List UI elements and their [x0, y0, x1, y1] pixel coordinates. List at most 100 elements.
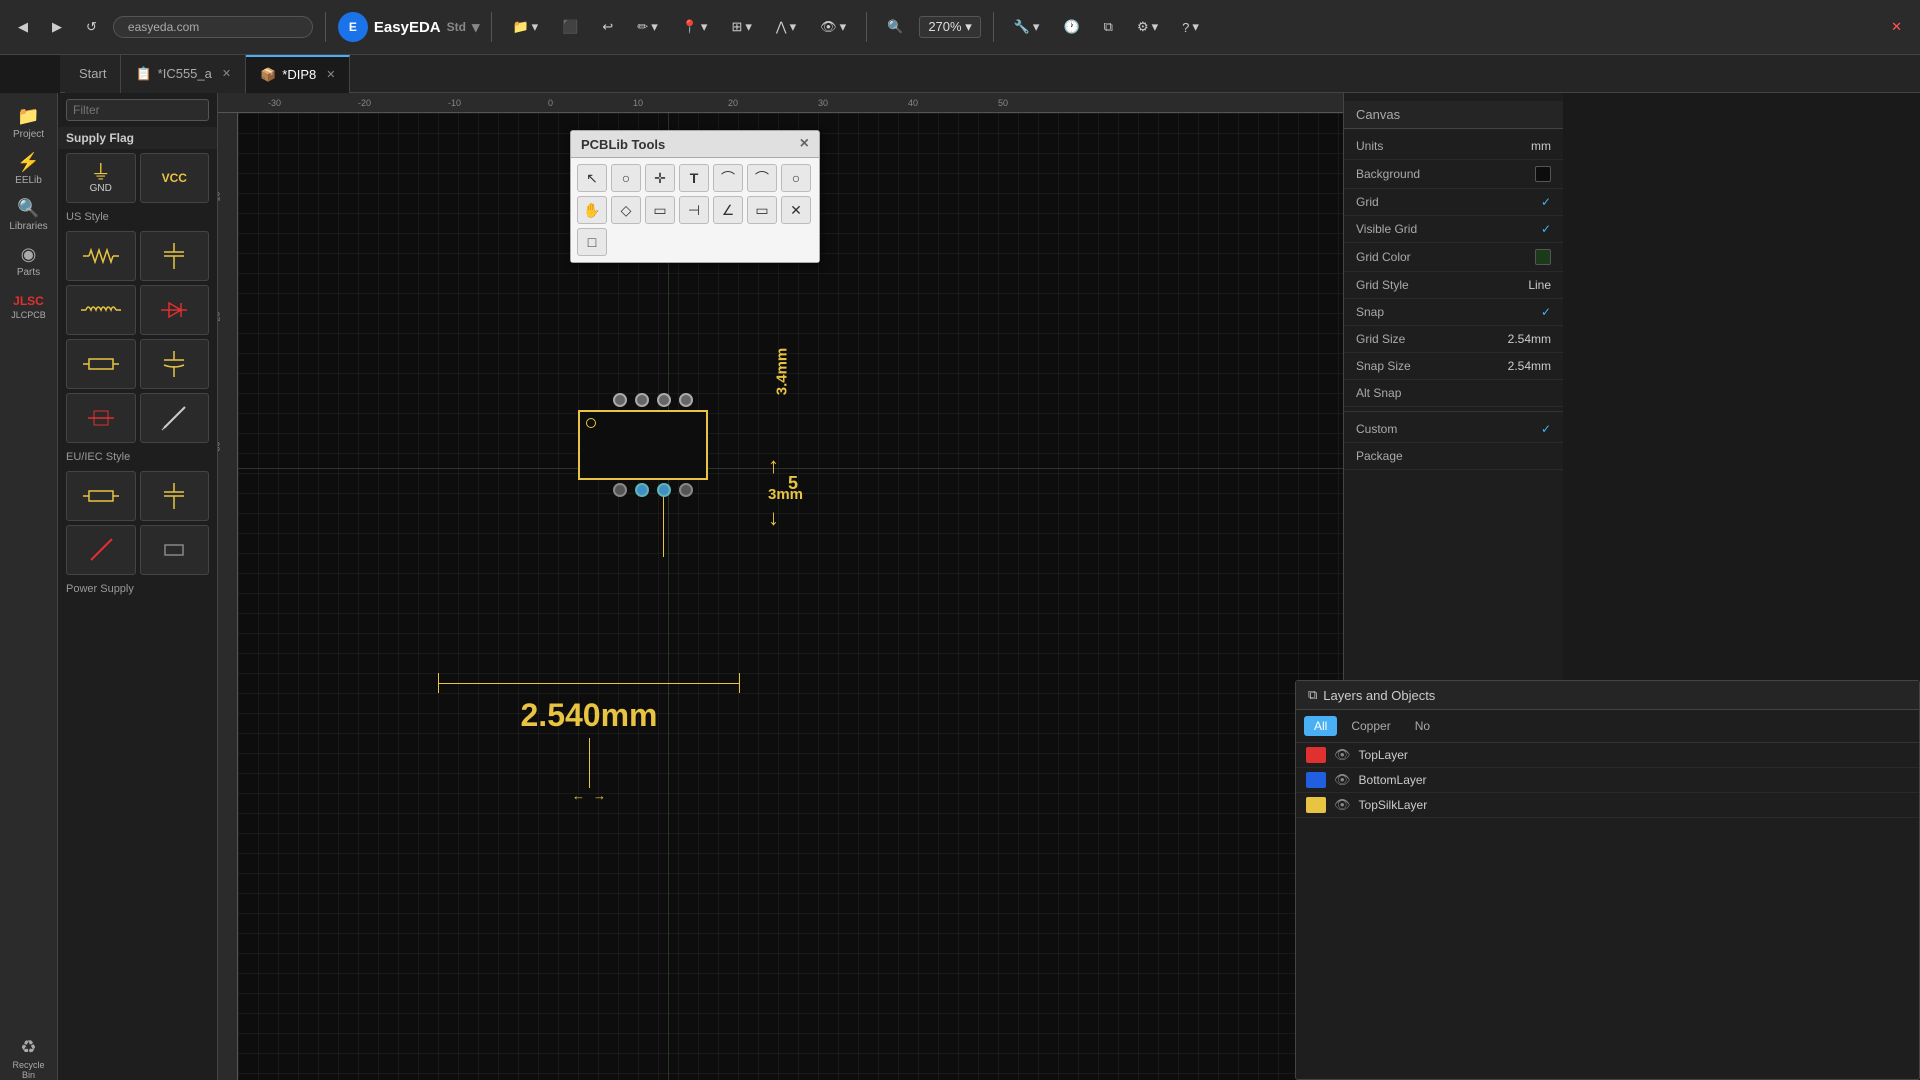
undo-button[interactable]: ↩	[594, 15, 621, 39]
separator4	[993, 12, 994, 42]
topsilk-visibility-icon[interactable]: 👁	[1334, 797, 1351, 813]
capacitor-symbol[interactable]	[140, 231, 210, 281]
vcc-symbol[interactable]: VCC	[140, 153, 210, 203]
help-dropdown-icon: ▾	[1192, 19, 1199, 35]
pcbtools-close-button[interactable]: ×	[800, 136, 809, 152]
eelib-label: EELib	[15, 175, 42, 186]
save-button[interactable]: ⬛	[554, 15, 586, 39]
battery-symbol[interactable]	[66, 393, 136, 443]
units-value[interactable]: mm	[1531, 139, 1551, 153]
tools-button[interactable]: 🔧▾	[1006, 15, 1048, 39]
bottomlayer-color-swatch[interactable]	[1306, 772, 1326, 788]
pencil-button[interactable]: ✏▾	[629, 15, 665, 39]
resistor-us-symbol[interactable]	[66, 231, 136, 281]
background-color-swatch[interactable]	[1535, 166, 1551, 182]
euiec-ind-symbol[interactable]	[66, 525, 136, 575]
grid-style-value[interactable]: Line	[1528, 278, 1551, 292]
help-button[interactable]: ?▾	[1174, 15, 1207, 39]
tab-dip8[interactable]: 📦 *DIP8 ✕	[246, 55, 350, 93]
settings-dropdown-icon: ▾	[1152, 19, 1159, 35]
eye-icon: 👁	[820, 19, 837, 35]
snap-checkbox[interactable]: ✓	[1541, 305, 1551, 319]
custom-checkbox[interactable]: ✓	[1541, 422, 1551, 436]
pcbtool-text-button[interactable]: T	[679, 164, 709, 192]
grid-checkbox[interactable]: ✓	[1541, 195, 1551, 209]
pcbtool-image-button[interactable]: ▭	[645, 196, 675, 224]
filter-input[interactable]	[66, 99, 209, 121]
sidebar-item-parts[interactable]: ◉ Parts	[7, 239, 51, 283]
pcbtool-arc1-button[interactable]: ⌒	[713, 164, 743, 192]
sidebar-item-libraries[interactable]: 🔍 Libraries	[7, 193, 51, 237]
sidebar-item-recycle[interactable]: ♻ Recycle Bin	[7, 1036, 51, 1080]
pen-symbol[interactable]	[140, 393, 210, 443]
wire-button[interactable]: ⋀▾	[768, 15, 804, 39]
inductor-icon	[79, 298, 123, 322]
topbar: ◀ ▶ ↺ easyeda.com E EasyEDA Std ▾ 📁▾ ⬛ ↩…	[0, 0, 1920, 55]
ruler-mark-50: 50	[998, 98, 1008, 108]
pcbtool-cross-button[interactable]: ✛	[645, 164, 675, 192]
forward-icon: ▶	[52, 19, 62, 35]
snap-size-value[interactable]: 2.54mm	[1508, 359, 1551, 373]
pcbtool-rect-button[interactable]: ▭	[747, 196, 777, 224]
tab-dip8-close-button[interactable]: ✕	[326, 68, 335, 81]
pcbtool-hand-button[interactable]: ✋	[577, 196, 607, 224]
back-button[interactable]: ◀	[10, 15, 36, 39]
inductor-symbol[interactable]	[66, 285, 136, 335]
pcbtool-arc2-button[interactable]: ⌒	[747, 164, 777, 192]
visible-grid-checkbox[interactable]: ✓	[1541, 222, 1551, 236]
pcbtool-ellipse-button[interactable]: ○	[781, 164, 811, 192]
layers-tab-all[interactable]: All	[1304, 716, 1337, 736]
align-button[interactable]: ⊞▾	[723, 15, 759, 39]
diode-icon	[159, 295, 189, 325]
location-button[interactable]: 📍▾	[674, 15, 716, 39]
pcbtool-move-button[interactable]: ↖	[577, 164, 607, 192]
history-button[interactable]: 🕐	[1055, 15, 1087, 39]
eye-button[interactable]: 👁▾	[812, 15, 854, 39]
pcbtool-x-button[interactable]: ✕	[781, 196, 811, 224]
pin-bottom-3	[657, 483, 671, 497]
grid-size-row: Grid Size 2.54mm	[1344, 326, 1563, 353]
toplayer-color-swatch[interactable]	[1306, 747, 1326, 763]
sidebar-item-jlcpcb[interactable]: JLSC JLCPCB	[7, 285, 51, 329]
diode-symbol[interactable]	[140, 285, 210, 335]
sidebar-item-project[interactable]: 📁 Project	[7, 101, 51, 145]
tab-ic555[interactable]: 📋 *IC555_a ✕	[121, 55, 246, 93]
grid-color-swatch[interactable]	[1535, 249, 1551, 265]
capacitor2-symbol[interactable]	[140, 339, 210, 389]
topsilk-color-swatch[interactable]	[1306, 797, 1326, 813]
forward-button[interactable]: ▶	[44, 15, 70, 39]
dimension-text: 2.540mm	[438, 697, 740, 734]
sidebar-item-eelib[interactable]: ⚡ EELib	[7, 147, 51, 191]
gnd-symbol[interactable]: ⏚ GND	[66, 153, 136, 203]
address-bar[interactable]: easyeda.com	[113, 16, 313, 38]
project-icon: 📁	[17, 106, 39, 127]
tab-start[interactable]: Start	[65, 55, 121, 93]
grid-size-value[interactable]: 2.54mm	[1508, 332, 1551, 346]
zoom-in-button[interactable]: 🔍	[879, 15, 911, 39]
bottomlayer-visibility-icon[interactable]: 👁	[1334, 772, 1351, 788]
toplayer-visibility-icon[interactable]: 👁	[1334, 747, 1351, 763]
euiec-bat-symbol[interactable]	[140, 525, 210, 575]
window-close-button[interactable]: ✕	[1883, 15, 1910, 39]
euiec-cap-symbol[interactable]	[140, 471, 210, 521]
units-label: Units	[1356, 139, 1383, 153]
pcbtool-diamond-button[interactable]: ◇	[611, 196, 641, 224]
resistor-eu-symbol[interactable]	[66, 339, 136, 389]
pcbtool-square-button[interactable]: □	[577, 228, 607, 256]
layers-button[interactable]: ⧉	[1096, 15, 1121, 39]
layers-tab-copper[interactable]: Copper	[1341, 716, 1400, 736]
custom-label: Custom	[1356, 422, 1397, 436]
settings-button[interactable]: ⚙▾	[1129, 15, 1166, 39]
zoom-level-display[interactable]: 270% ▾	[919, 16, 980, 38]
pcbtool-angle-button[interactable]: ∠	[713, 196, 743, 224]
euiec-res-symbol[interactable]	[66, 471, 136, 521]
file-button[interactable]: 📁▾	[504, 15, 546, 39]
pcbtool-circle-button[interactable]: ○	[611, 164, 641, 192]
pcbtool-conn-button[interactable]: ⊣	[679, 196, 709, 224]
tab-ic555-close-button[interactable]: ✕	[222, 67, 231, 80]
ruler-mark-0: 0	[548, 98, 553, 108]
app-dropdown-icon[interactable]: ▾	[472, 18, 480, 36]
tools-dropdown-icon: ▾	[1033, 19, 1040, 35]
refresh-button[interactable]: ↺	[78, 15, 105, 39]
layers-tab-no[interactable]: No	[1405, 716, 1440, 736]
